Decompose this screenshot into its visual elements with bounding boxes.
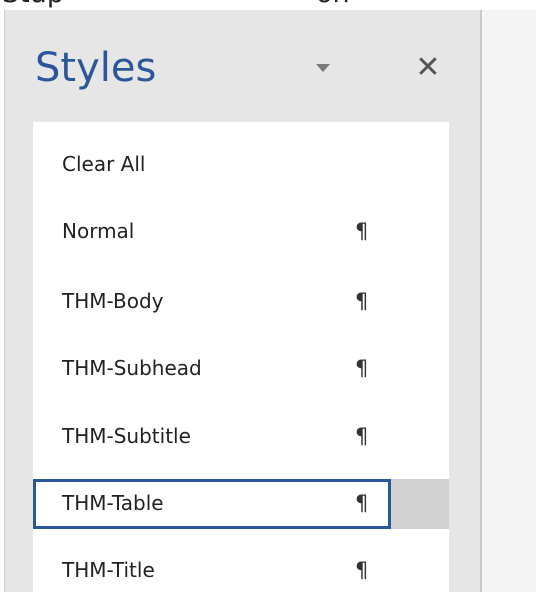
paragraph-mark-icon: ¶ xyxy=(355,289,369,313)
clipped-text-right: on xyxy=(316,0,350,9)
styles-list: Clear All Normal ¶ THM-Body ¶ THM-Subhea… xyxy=(33,122,449,592)
pane-close-button[interactable]: ✕ xyxy=(410,50,446,86)
style-item-thm-table[interactable]: THM-Table ¶ xyxy=(33,479,391,529)
close-icon: ✕ xyxy=(415,50,441,85)
paragraph-mark-icon: ¶ xyxy=(355,356,369,380)
style-item-label: THM-Subtitle xyxy=(62,424,191,448)
style-item-label: THM-Title xyxy=(62,558,155,582)
pane-title: Styles xyxy=(35,45,157,91)
style-item-label: THM-Body xyxy=(62,289,164,313)
paragraph-mark-icon: ¶ xyxy=(355,491,369,515)
style-item-thm-body[interactable]: THM-Body ¶ xyxy=(33,277,449,327)
style-item-hover-area[interactable] xyxy=(391,479,449,529)
paragraph-mark-icon: ¶ xyxy=(355,558,369,582)
style-item-label: THM-Subhead xyxy=(62,356,202,380)
paragraph-mark-icon: ¶ xyxy=(355,219,369,243)
style-item-label: Clear All xyxy=(62,152,146,176)
style-item-thm-subhead[interactable]: THM-Subhead ¶ xyxy=(33,344,449,394)
styles-pane: Styles ✕ Clear All Normal ¶ THM-Body ¶ T… xyxy=(4,10,480,592)
style-item-normal[interactable]: Normal ¶ xyxy=(33,207,449,257)
paragraph-mark-icon: ¶ xyxy=(355,424,369,448)
document-area-edge xyxy=(480,10,536,592)
pane-options-button[interactable] xyxy=(305,50,341,86)
style-item-thm-title[interactable]: THM-Title ¶ xyxy=(33,546,449,592)
caret-down-icon xyxy=(316,64,330,72)
clipped-text-left: Stup xyxy=(2,0,64,9)
style-item-clear-all[interactable]: Clear All xyxy=(33,140,449,190)
word-window: Stup on Styles ✕ Clear All Normal ¶ THM-… xyxy=(0,0,536,592)
style-item-thm-subtitle[interactable]: THM-Subtitle ¶ xyxy=(33,412,449,462)
style-item-label: Normal xyxy=(62,219,135,243)
style-item-label: THM-Table xyxy=(62,491,164,515)
